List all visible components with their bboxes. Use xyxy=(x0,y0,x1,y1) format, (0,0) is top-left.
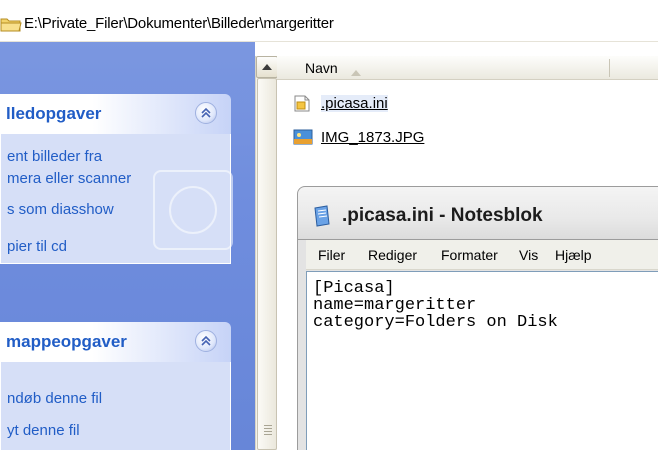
notepad-app-icon xyxy=(312,205,332,227)
task-move-file[interactable]: yt denne fil xyxy=(7,422,80,440)
vertical-scrollbar[interactable] xyxy=(255,56,278,450)
folder-tasks-body: ndøb denne fil yt denne fil xyxy=(0,362,231,450)
menu-vis[interactable]: Vis xyxy=(519,247,538,263)
text-line: category=Folders on Disk xyxy=(313,313,558,332)
folder-icon xyxy=(0,16,22,32)
task-get-pictures-cont[interactable]: mera eller scanner xyxy=(7,170,131,188)
menu-formater[interactable]: Formater xyxy=(441,247,498,263)
notepad-frame: Filer Rediger Formater Vis Hjælp [Picasa… xyxy=(297,240,658,450)
task-slideshow[interactable]: s som diasshow xyxy=(7,201,114,219)
column-name-label: Navn xyxy=(305,60,338,76)
collapse-chevron-icon[interactable] xyxy=(195,330,217,352)
picture-tasks-header[interactable]: lledopgaver xyxy=(0,94,231,134)
address-bar[interactable]: E:\Private_Filer\Dokumenter\Billeder\mar… xyxy=(0,0,658,42)
menu-filer[interactable]: Filer xyxy=(318,247,345,263)
notepad-text-area[interactable]: [Picasa] name=margeritter category=Folde… xyxy=(306,271,658,450)
menu-rediger[interactable]: Rediger xyxy=(368,247,417,263)
notepad-window[interactable]: .picasa.ini - Notesblok Filer Rediger Fo… xyxy=(297,186,658,450)
text-line: name=margeritter xyxy=(313,296,477,315)
ini-file-icon xyxy=(293,94,313,112)
menu-hjaelp[interactable]: Hjælp xyxy=(555,247,592,263)
sort-ascending-icon xyxy=(350,64,362,82)
file-name[interactable]: IMG_1873.JPG xyxy=(321,129,424,146)
picture-tasks-body: ent billeder fra mera eller scanner s so… xyxy=(0,134,233,264)
notepad-menubar: Filer Rediger Formater Vis Hjælp xyxy=(306,240,658,270)
task-rename-file[interactable]: ndøb denne fil xyxy=(7,390,102,408)
task-get-pictures[interactable]: ent billeder fra xyxy=(7,148,102,166)
scroll-up-button[interactable] xyxy=(256,56,278,78)
column-separator[interactable] xyxy=(609,59,610,77)
address-path[interactable]: E:\Private_Filer\Dokumenter\Billeder\mar… xyxy=(24,15,334,32)
scroll-thumb[interactable] xyxy=(257,78,277,450)
file-name[interactable]: .picasa.ini xyxy=(321,95,388,112)
cd-watermark-icon xyxy=(153,170,233,250)
task-pane: lledopgaver ent billeder fra mera eller … xyxy=(0,42,255,450)
column-header-name[interactable]: Navn xyxy=(277,56,658,80)
picture-tasks-title: lledopgaver xyxy=(6,104,102,123)
folder-tasks-title: mappeopgaver xyxy=(6,332,127,351)
text-line: [Picasa] xyxy=(313,279,395,298)
folder-tasks-header[interactable]: mappeopgaver xyxy=(0,322,231,362)
notepad-titlebar[interactable]: .picasa.ini - Notesblok xyxy=(297,186,658,240)
notepad-title: .picasa.ini - Notesblok xyxy=(342,205,543,226)
task-copy-to-cd[interactable]: pier til cd xyxy=(7,238,67,256)
collapse-chevron-icon[interactable] xyxy=(195,102,217,124)
jpg-image-icon xyxy=(293,128,313,146)
